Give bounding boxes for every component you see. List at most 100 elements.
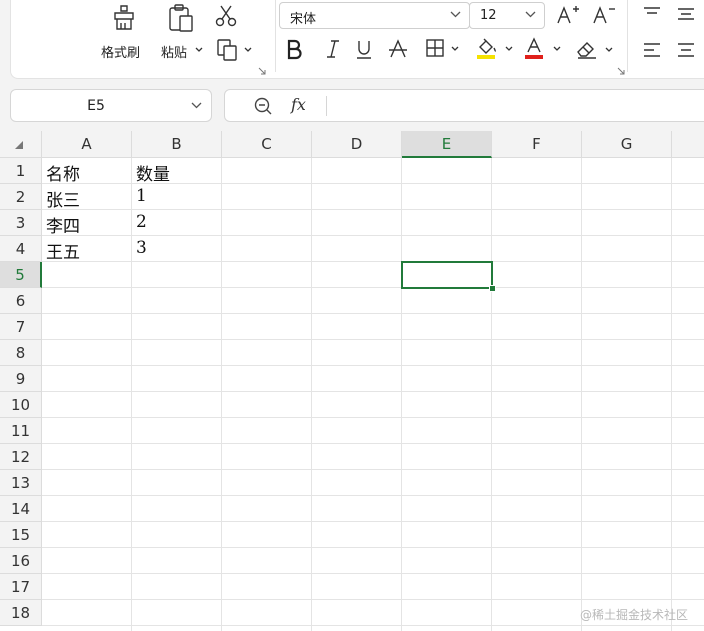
copy-icon	[217, 39, 237, 61]
cell-b4[interactable]: 3	[136, 238, 147, 258]
strikethrough-icon	[389, 39, 407, 58]
column-header-f[interactable]: F	[492, 131, 582, 158]
italic-button[interactable]	[322, 38, 348, 64]
font-dialog-launcher-icon[interactable]	[617, 67, 625, 75]
cell-a1[interactable]: 名称	[46, 160, 80, 185]
row-header-18[interactable]: 18	[0, 600, 42, 626]
grid-line	[491, 158, 492, 631]
column-header-partial[interactable]	[672, 131, 704, 158]
row-header-1[interactable]: 1	[0, 158, 42, 184]
cell-a3[interactable]: 李四	[46, 212, 80, 237]
column-header-c[interactable]: C	[222, 131, 312, 158]
fill-handle[interactable]	[489, 285, 496, 292]
row-header-14[interactable]: 14	[0, 496, 42, 522]
spreadsheet-grid: A B C D E F G 1 2 3 4 5 6 7 8 9 10 11 12 13 14 15 16 17 18 名称 数量 张三…	[0, 131, 704, 631]
format-painter-button[interactable]: 格式刷	[99, 0, 149, 64]
increase-font-size-button[interactable]	[555, 3, 581, 29]
align-middle-icon	[678, 8, 694, 20]
row-header-11[interactable]: 11	[0, 418, 42, 444]
row-header-8[interactable]: 8	[0, 340, 42, 366]
borders-button[interactable]	[425, 38, 461, 64]
align-top-button[interactable]	[641, 4, 667, 30]
paste-button[interactable]: 粘贴	[159, 0, 207, 64]
row-header-16[interactable]: 16	[0, 548, 42, 574]
column-header-e[interactable]: E	[402, 131, 492, 158]
grid-line	[42, 365, 704, 366]
bold-button[interactable]	[283, 38, 309, 64]
copy-button[interactable]	[216, 38, 256, 62]
grid-line	[42, 521, 704, 522]
select-all-corner[interactable]	[0, 131, 42, 158]
clipboard-dialog-launcher-icon[interactable]	[258, 67, 266, 75]
grid-line	[42, 469, 704, 470]
grid-line	[42, 417, 704, 418]
watermark: @稀土掘金技术社区	[579, 608, 688, 622]
row-header-12[interactable]: 12	[0, 444, 42, 470]
row-header-13[interactable]: 13	[0, 470, 42, 496]
grid-line	[42, 625, 704, 626]
underline-button[interactable]	[353, 38, 379, 64]
cell-b3[interactable]: 2	[136, 212, 147, 232]
font-color-button[interactable]	[523, 36, 563, 62]
row-header-2[interactable]: 2	[0, 184, 42, 210]
align-center-button[interactable]	[675, 40, 701, 66]
strikethrough-button[interactable]	[387, 38, 413, 64]
grid-line	[42, 209, 704, 210]
row-header-10[interactable]: 10	[0, 392, 42, 418]
zoom-out-icon[interactable]	[253, 96, 273, 116]
align-left-icon	[644, 43, 660, 57]
row-header-5[interactable]: 5	[0, 262, 42, 288]
chevron-down-icon	[195, 47, 203, 52]
fx-icon[interactable]: fx	[291, 95, 306, 114]
select-all-triangle-icon	[15, 141, 23, 149]
row-header-7[interactable]: 7	[0, 314, 42, 340]
row-header-15[interactable]: 15	[0, 522, 42, 548]
borders-icon	[426, 39, 444, 57]
increase-font-size-icon	[557, 6, 579, 24]
row-header-3[interactable]: 3	[0, 210, 42, 236]
clear-format-button[interactable]	[575, 38, 617, 64]
cell-a4[interactable]: 王五	[46, 238, 80, 263]
align-left-button[interactable]	[641, 40, 667, 66]
row-header-6[interactable]: 6	[0, 288, 42, 314]
cut-button[interactable]	[214, 4, 240, 28]
chevron-down-icon	[244, 47, 252, 52]
grid-line	[42, 391, 704, 392]
align-center-icon	[678, 43, 694, 57]
chevron-down-icon	[553, 46, 561, 51]
grid-line	[42, 443, 704, 444]
decrease-font-size-button[interactable]	[591, 3, 617, 29]
name-box[interactable]: E5	[10, 89, 212, 122]
grid-line	[42, 547, 704, 548]
fill-color-button[interactable]	[475, 36, 515, 62]
row-header-9[interactable]: 9	[0, 366, 42, 392]
italic-icon	[327, 40, 339, 58]
chevron-down-icon[interactable]	[191, 102, 202, 109]
selected-cell-e5[interactable]	[401, 261, 493, 289]
cell-a2[interactable]: 张三	[46, 186, 80, 211]
divider	[326, 96, 327, 116]
column-header-b[interactable]: B	[132, 131, 222, 158]
chevron-down-icon	[525, 11, 536, 18]
column-header-d[interactable]: D	[312, 131, 402, 158]
grid-line	[42, 599, 704, 600]
column-header-a[interactable]: A	[42, 131, 132, 158]
column-header-g[interactable]: G	[582, 131, 672, 158]
eraser-icon	[577, 42, 596, 59]
font-size-select[interactable]: 12	[469, 2, 545, 29]
chevron-down-icon	[605, 47, 613, 52]
formula-input[interactable]	[335, 97, 704, 115]
row-header-17[interactable]: 17	[0, 574, 42, 600]
align-middle-button[interactable]	[675, 4, 701, 30]
cell-b1[interactable]: 数量	[136, 160, 170, 185]
font-name-select[interactable]: 宋体	[279, 2, 470, 29]
grid-line	[131, 158, 132, 631]
row-header-4[interactable]: 4	[0, 236, 42, 262]
grid-line	[581, 158, 582, 631]
bold-icon	[287, 39, 302, 60]
paste-label: 粘贴	[161, 46, 188, 61]
cell-b2[interactable]: 1	[136, 186, 147, 206]
underline-icon	[357, 41, 371, 59]
format-painter-icon	[114, 5, 134, 30]
divider	[627, 0, 628, 72]
